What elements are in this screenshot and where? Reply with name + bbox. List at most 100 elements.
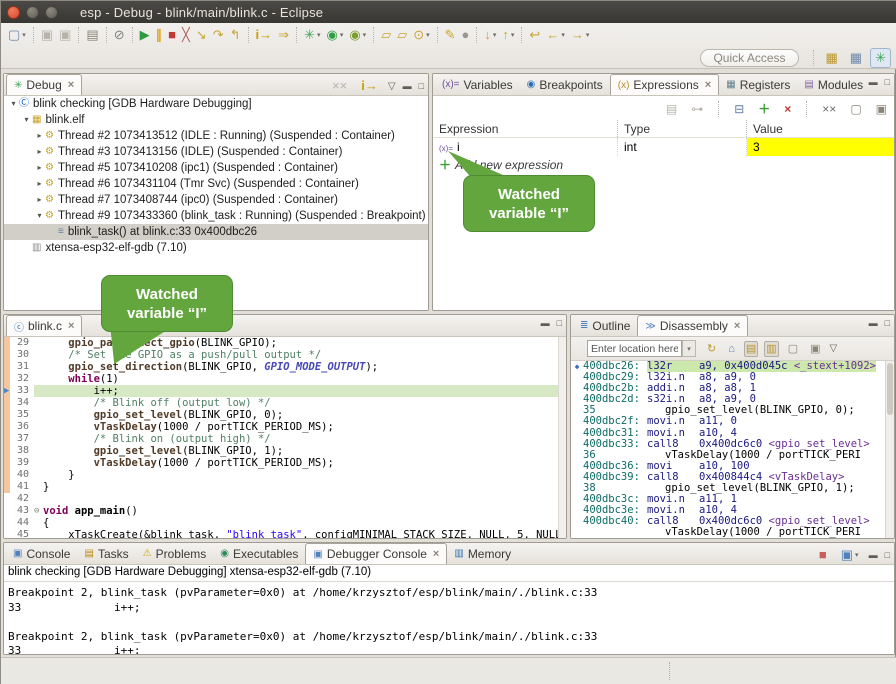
window-minimize-button[interactable] <box>26 6 39 19</box>
expressions-tab-modules[interactable]: ▤Modules <box>797 74 870 95</box>
step-into-button[interactable]: ↘ <box>193 26 210 44</box>
open-perspective-button[interactable]: ▦ <box>822 48 842 68</box>
use-step-filters-toggle[interactable]: ⇒ <box>275 26 292 44</box>
add-expression-row[interactable]: ＋Add new expression <box>433 156 894 174</box>
expand-arrow-icon[interactable]: ▾ <box>34 208 45 224</box>
window-maximize-button[interactable] <box>45 6 58 19</box>
debug-button[interactable]: ✳▾ <box>301 26 323 44</box>
expressions-tab-registers[interactable]: ▦Registers <box>719 74 797 95</box>
expand-arrow-icon[interactable]: ▾ <box>21 112 32 128</box>
close-tab-icon[interactable]: × <box>433 548 439 560</box>
terminate-console-button[interactable]: ■ <box>816 546 830 564</box>
maximize-icon[interactable]: □ <box>557 318 562 328</box>
previous-annotation-button[interactable]: ↑▾ <box>499 26 517 44</box>
maximize-icon[interactable]: □ <box>885 550 890 560</box>
step-return-button[interactable]: ↰ <box>227 26 244 44</box>
right-tab-disassembly[interactable]: ≫Disassembly× <box>637 315 748 336</box>
cpp-perspective-button[interactable]: ▦ <box>846 48 866 68</box>
expressions-tab-expressions[interactable]: (x)Expressions× <box>610 74 719 95</box>
right-tab-outline[interactable]: ≣Outline <box>573 315 637 336</box>
debug-tree-row[interactable]: ▸⚙Thread #7 1073408744 (ipc0) (Suspended… <box>4 192 428 208</box>
resume-button[interactable]: ▶ <box>137 26 153 44</box>
new-project-folder-button[interactable]: ▱ <box>378 26 394 44</box>
maximize-icon[interactable]: □ <box>885 77 890 87</box>
console-output[interactable]: Breakpoint 2, blink_task (pvParameter=0x… <box>4 582 894 654</box>
close-tab-icon[interactable]: × <box>705 79 711 91</box>
save-button[interactable]: ▣ <box>38 26 56 44</box>
pin-view-button[interactable]: ▣ <box>873 100 890 118</box>
expand-arrow-icon[interactable]: ▸ <box>34 160 45 176</box>
home-button[interactable]: ⌂ <box>725 340 738 358</box>
fold-collapse-icon[interactable]: ⊖ <box>34 505 43 517</box>
open-folder-button[interactable]: ▱ <box>394 26 410 44</box>
disconnect-button[interactable]: ╳ <box>179 26 193 44</box>
debug-tree-row[interactable]: ▸⚙Thread #5 1073410208 (ipc1) (Suspended… <box>4 160 428 176</box>
step-over-button[interactable]: ↷ <box>210 26 227 44</box>
display-selected-console-button[interactable]: ▣▾ <box>838 546 862 564</box>
debug-perspective-button[interactable]: ✳ <box>870 48 891 68</box>
scrollbar-thumb[interactable] <box>887 363 893 415</box>
column-value[interactable]: Value <box>747 120 894 137</box>
view-menu-icon[interactable]: ▽ <box>830 343 838 354</box>
bottom-tab-debugger-console[interactable]: ▣Debugger Console× <box>305 543 447 564</box>
minimize-icon[interactable]: ▬ <box>869 318 878 328</box>
dropdown-arrow-icon[interactable]: ▾ <box>317 31 321 39</box>
minimize-icon[interactable]: ▬ <box>541 318 550 328</box>
instruction-stepping-mode-toggle[interactable]: i→ <box>358 77 381 95</box>
add-expression-button[interactable]: ＋ <box>755 100 773 118</box>
window-close-button[interactable] <box>7 6 20 19</box>
bottom-tab-problems[interactable]: ⚠Problems <box>136 543 214 564</box>
code-editor[interactable]: 29 gpio_pad_select_gpio(BLINK_GPIO);30 /… <box>4 337 558 538</box>
quick-access-button[interactable]: Quick Access <box>700 49 798 67</box>
forward-button[interactable]: →▾ <box>568 26 593 44</box>
minimize-icon[interactable]: ▬ <box>869 77 878 87</box>
instruction-stepping-toggle[interactable]: i→ <box>253 26 276 44</box>
search-button[interactable]: ⊙▾ <box>410 26 432 44</box>
debug-tree-row[interactable]: ▸⚙Thread #6 1073431104 (Tmr Svc) (Suspen… <box>4 176 428 192</box>
collapse-all-button[interactable]: ⊟ <box>731 100 747 118</box>
print-button[interactable]: ▤ <box>83 26 101 44</box>
bottom-tab-tasks[interactable]: ▤Tasks <box>77 543 135 564</box>
remove-all-expressions-button[interactable]: ×× <box>819 100 839 118</box>
dropdown-arrow-icon[interactable]: ▾ <box>340 31 344 39</box>
expand-arrow-icon[interactable]: ▾ <box>8 96 19 112</box>
disassembly-scrollbar[interactable] <box>885 361 894 538</box>
debug-tab-debug[interactable]: ✳Debug× <box>6 74 82 95</box>
location-dropdown-icon[interactable]: ▾ <box>682 340 696 357</box>
expressions-tab-breakpoints[interactable]: ◉Breakpoints <box>520 74 610 95</box>
bottom-tab-memory[interactable]: ▥Memory <box>447 543 518 564</box>
last-edit-location-button[interactable]: ↩ <box>526 26 543 44</box>
run-button[interactable]: ◉▾ <box>323 26 346 44</box>
remove-expression-button[interactable]: × <box>781 100 794 118</box>
dropdown-arrow-icon[interactable]: ▾ <box>22 31 26 39</box>
bottom-tab-executables[interactable]: ◉Executables <box>213 543 305 564</box>
new-view-button[interactable]: ▢ <box>785 340 801 358</box>
skip-all-breakpoints-button[interactable]: ⊘ <box>111 26 128 44</box>
show-type-names-toggle[interactable]: ▤ <box>663 100 680 118</box>
close-tab-icon[interactable]: × <box>68 320 74 332</box>
dropdown-arrow-icon[interactable]: ▾ <box>493 31 497 39</box>
bottom-tab-console[interactable]: ▣Console <box>6 543 77 564</box>
debug-tree-row[interactable]: ▸⚙Thread #2 1073413512 (IDLE : Running) … <box>4 128 428 144</box>
open-type-button[interactable]: ● <box>459 26 473 44</box>
refresh-button[interactable]: ↻ <box>704 340 719 358</box>
show-source-toggle[interactable]: ▤ <box>744 341 758 357</box>
external-tools-button[interactable]: ◉▾ <box>346 26 369 44</box>
editor-tab-blink-c[interactable]: ⓒblink.c× <box>6 315 82 336</box>
close-tab-icon[interactable]: × <box>68 79 74 91</box>
new-view-button[interactable]: ▢ <box>847 100 864 118</box>
new-wizard-button[interactable]: ▢▾ <box>5 26 29 44</box>
debug-tree-row[interactable]: ▸⚙Thread #3 1073413156 (IDLE) (Suspended… <box>4 144 428 160</box>
back-button[interactable]: ←▾ <box>543 26 568 44</box>
suspend-button[interactable]: ∥ <box>153 26 166 44</box>
dropdown-arrow-icon[interactable]: ▾ <box>511 31 515 39</box>
dropdown-arrow-icon[interactable]: ▾ <box>426 31 430 39</box>
overview-ruler[interactable] <box>558 337 566 538</box>
sync-context-toggle[interactable]: ▥ <box>764 341 778 357</box>
mark-occurrences-toggle[interactable]: ✎ <box>442 26 459 44</box>
dropdown-arrow-icon[interactable]: ▾ <box>363 31 367 39</box>
save-all-button[interactable]: ▣ <box>56 26 74 44</box>
expand-arrow-icon[interactable]: ▸ <box>34 176 45 192</box>
column-type[interactable]: Type <box>618 120 747 137</box>
expand-arrow-icon[interactable]: ▸ <box>34 144 45 160</box>
